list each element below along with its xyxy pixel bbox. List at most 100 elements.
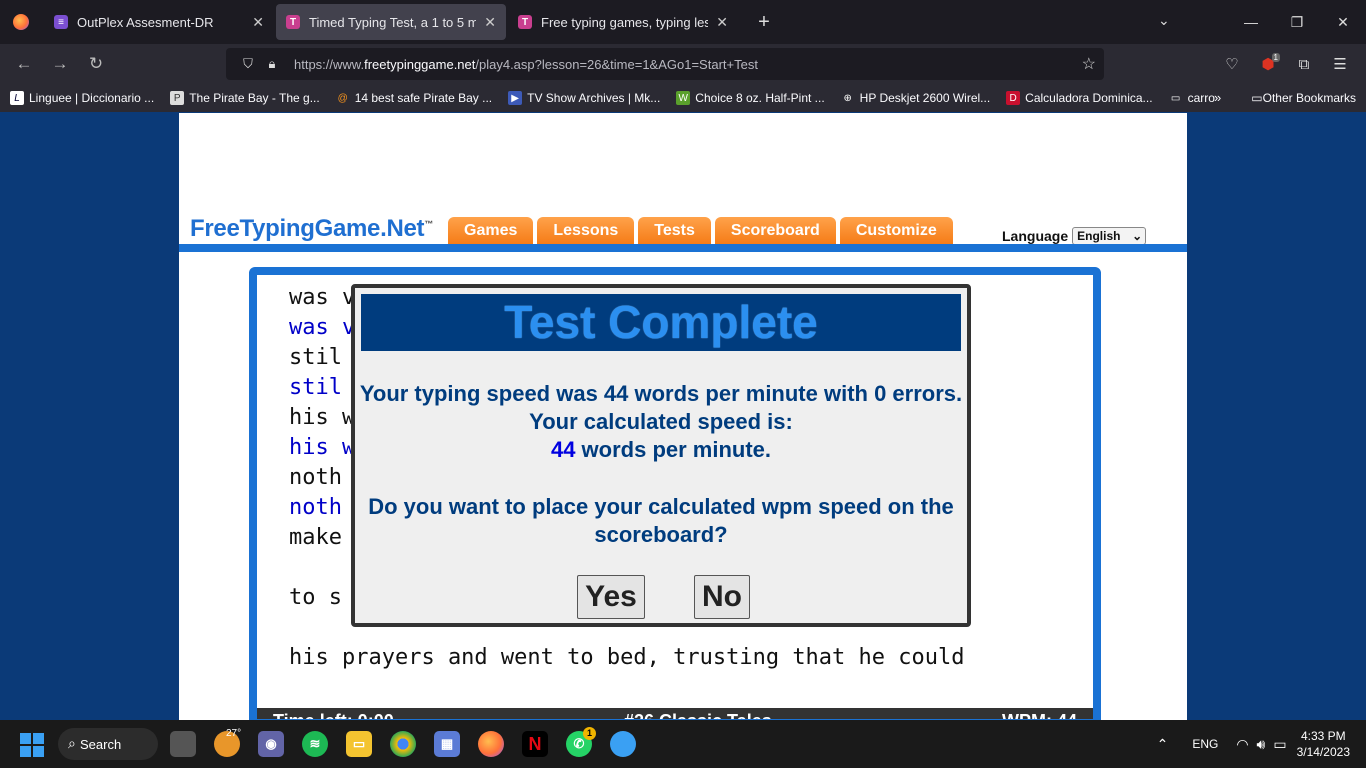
source-line: his prayers and went to bed, trusting th… — [289, 645, 965, 670]
lock-icon[interactable]: 🔒︎ — [260, 56, 284, 72]
close-icon[interactable]: ✕ — [484, 14, 496, 31]
test-complete-dialog: Test Complete Your typing speed was 44 w… — [351, 284, 971, 627]
extension-badge: 1 — [1271, 53, 1280, 62]
bookmark-folder-carro[interactable]: ▭ carro — [1169, 91, 1215, 105]
close-window-icon[interactable]: ✕ — [1320, 14, 1366, 31]
new-tab-button[interactable]: + — [746, 11, 782, 34]
menu-tests[interactable]: Tests — [638, 217, 711, 244]
tab-typing-games[interactable]: T Free typing games, typing lesso ✕ — [508, 4, 738, 40]
typing-site-icon: T — [518, 15, 532, 29]
tab-title: OutPlex Assesment-DR — [77, 14, 214, 30]
chevron-down-icon: ⌄ — [1132, 229, 1143, 243]
restore-icon[interactable]: ❐ — [1274, 14, 1320, 31]
extensions-icon[interactable]: ⧉ — [1286, 56, 1322, 73]
taskbar-clock[interactable]: 4:33 PM 3/14/2023 — [1297, 728, 1350, 760]
list-icon: ≡ — [54, 15, 68, 29]
menu-customize[interactable]: Customize — [839, 217, 953, 244]
bookmark-pirate-bay[interactable]: P The Pirate Bay - The g... — [170, 91, 320, 105]
menu-scoreboard[interactable]: Scoreboard — [714, 217, 836, 244]
bookmark-star-icon[interactable]: ☆ — [1082, 54, 1096, 74]
webstaurant-icon: W — [676, 91, 691, 105]
window-controls: — ❐ ✕ — [1228, 0, 1366, 44]
calculator-icon[interactable]: ▦ — [434, 731, 460, 757]
language-label: Language — [1002, 228, 1069, 244]
linguee-icon: L — [10, 91, 24, 105]
tab-title: Timed Typing Test, a 1 to 5 minu — [309, 14, 477, 30]
pocket-icon[interactable]: ♡ — [1214, 55, 1250, 73]
system-tray: ⌃ ENG ◠ 🔊︎ ▭ 4:33 PM 3/14/2023 — [1157, 720, 1366, 768]
search-icon: ⌕ — [68, 735, 76, 751]
input-language[interactable]: ENG — [1192, 737, 1218, 751]
dialog-question: Do you want to place your calculated wpm… — [368, 494, 954, 547]
menu-lessons[interactable]: Lessons — [537, 217, 635, 244]
folder-icon: ▭ — [1170, 92, 1181, 104]
header-divider — [179, 244, 1187, 252]
clock-time: 4:33 PM — [1300, 729, 1346, 743]
forward-icon[interactable]: → — [42, 54, 78, 74]
firefox-icon[interactable] — [478, 731, 504, 757]
tray-overflow-chevron-icon[interactable]: ⌃ — [1157, 736, 1169, 753]
bookmark-tv-show-archives[interactable]: ▶ TV Show Archives | Mk... — [508, 91, 660, 105]
video-icon: ▶ — [508, 91, 523, 105]
spotify-icon[interactable]: ≋ — [302, 731, 328, 757]
url-bar[interactable]: ⛉ 🔒︎ https://www.freetypinggame.net/play… — [226, 48, 1104, 80]
windows-taskbar: ⌕ Search 27° ◉ ≋ ▭ ▦ N ✆ 1 ⌃ ENG ◠ 🔊︎ ▭ 4:… — [0, 720, 1366, 768]
folder-icon: ▭ — [1251, 91, 1263, 105]
bookmark-calculadora[interactable]: D Calculadora Dominica... — [1006, 91, 1153, 105]
clock-date: 3/14/2023 — [1296, 745, 1350, 759]
netflix-icon[interactable]: N — [522, 731, 548, 757]
windows-start-icon[interactable] — [20, 733, 44, 757]
tab-typing-test[interactable]: T Timed Typing Test, a 1 to 5 minu ✕ — [276, 4, 506, 40]
battery-icon[interactable]: ▭ — [1273, 736, 1286, 753]
swirl-icon: @ — [337, 92, 348, 104]
teams-chat-icon[interactable]: ◉ — [258, 731, 284, 757]
no-button[interactable]: No — [694, 575, 750, 619]
globe-icon: ⊕ — [843, 92, 852, 104]
language-selector: Language English ⌄ — [1002, 227, 1147, 245]
hamburger-menu-icon[interactable]: ☰ — [1322, 55, 1358, 73]
whatsapp-badge: 1 — [583, 727, 596, 740]
pirate-ship-icon: P — [170, 91, 185, 105]
close-icon[interactable]: ✕ — [252, 14, 264, 31]
list-all-tabs-icon[interactable]: ⌄ — [1158, 12, 1170, 29]
bookmark-hp-deskjet[interactable]: ⊕ HP Deskjet 2600 Wirel... — [841, 91, 990, 105]
extension-ublock-icon[interactable]: ⬢ 1 — [1250, 53, 1286, 73]
more-bookmarks-chevron-icon[interactable]: » — [1214, 90, 1221, 105]
minimize-icon[interactable]: — — [1228, 14, 1274, 30]
chrome-icon[interactable] — [390, 731, 416, 757]
site-logo[interactable]: FreeTypingGame.Net™ — [190, 215, 433, 243]
dialog-message: Your typing speed was 44 words per minut… — [359, 381, 963, 462]
tab-title: Free typing games, typing lesso — [541, 14, 709, 30]
language-select[interactable]: English ⌄ — [1072, 227, 1147, 245]
other-bookmarks[interactable]: ▭ Other Bookmarks — [1251, 91, 1356, 105]
close-icon[interactable]: ✕ — [716, 14, 728, 31]
task-view-icon[interactable] — [170, 731, 196, 757]
file-explorer-icon[interactable]: ▭ — [346, 731, 372, 757]
volume-icon[interactable]: 🔊︎ — [1257, 736, 1266, 753]
bookmarks-toolbar: L Linguee | Diccionario ... P The Pirate B… — [0, 84, 1366, 112]
app-icon[interactable] — [610, 731, 636, 757]
reload-icon[interactable]: ↻ — [78, 54, 114, 74]
yes-button[interactable]: Yes — [577, 575, 645, 619]
tab-outplex[interactable]: ≡ OutPlex Assesment-DR ✕ — [44, 4, 274, 40]
browser-nav-bar: ← → ↻ ⛉ 🔒︎ https://www.freetypinggame.ne… — [0, 44, 1366, 84]
menu-games[interactable]: Games — [448, 217, 534, 244]
wifi-icon[interactable]: ◠ — [1236, 736, 1248, 753]
site-menu: Games Lessons Tests Scoreboard Customize — [448, 217, 957, 244]
shield-icon[interactable]: ⛉ — [236, 56, 260, 72]
taskbar-search[interactable]: ⌕ Search — [58, 728, 158, 760]
typing-site-icon: T — [286, 15, 300, 29]
dominican-flag-icon: D — [1006, 91, 1021, 105]
back-icon[interactable]: ← — [6, 54, 42, 74]
bookmark-safe-pirate-bay[interactable]: @14 best safe Pirate Bay ... — [336, 91, 493, 105]
calculated-wpm: 44 — [550, 437, 576, 462]
toolbar-right: ♡ ⬢ 1 ⧉ ☰ — [1214, 44, 1358, 84]
whatsapp-icon[interactable]: ✆ 1 — [566, 727, 596, 757]
browser-tab-bar: ≡ OutPlex Assesment-DR ✕ T Timed Typing … — [0, 0, 1366, 44]
weather-temp: 27° — [226, 728, 242, 739]
bookmark-linguee[interactable]: L Linguee | Diccionario ... — [10, 91, 154, 105]
firefox-menu-icon[interactable] — [0, 0, 42, 44]
bookmark-choice-half-pint[interactable]: W Choice 8 oz. Half-Pint ... — [676, 91, 825, 105]
url-text[interactable]: https://www.freetypinggame.net/play4.asp… — [294, 57, 758, 72]
dialog-title: Test Complete — [361, 294, 961, 351]
